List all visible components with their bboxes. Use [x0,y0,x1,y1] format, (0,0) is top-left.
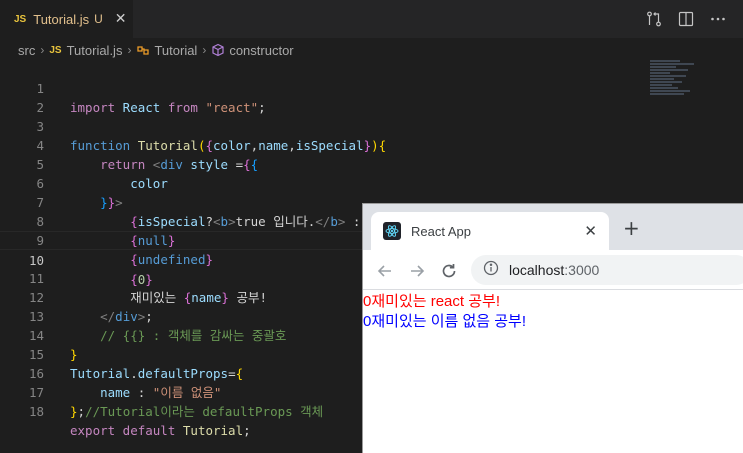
tab-label: Tutorial.js [33,11,90,27]
back-arrow-icon[interactable] [376,262,394,280]
method-cube-icon [211,43,225,57]
code-line[interactable]: 2 [0,79,743,115]
close-icon[interactable]: ✕ [115,11,127,27]
code-line[interactable]: 6 }}> [0,155,743,210]
line-number: 18 [28,404,44,419]
code-line[interactable]: 7 {isSpecial?<b>true 입니다.</b> : null} [0,174,743,229]
browser-tab-react-app[interactable]: React App ✕ [371,212,609,250]
open-changes-icon[interactable] [645,10,663,28]
output-line-blue: 0재미있는 이름 없음 공부! [363,313,527,330]
component-icon [136,43,150,57]
new-tab-icon[interactable]: + [623,216,640,240]
output-line-red: 0재미있는 react 공부! [363,293,500,310]
close-icon[interactable]: ✕ [584,222,597,240]
js-file-icon: JS [49,44,62,56]
forward-arrow-icon[interactable] [408,262,426,280]
js-file-icon: JS [14,13,27,25]
code-line[interactable]: 4 return <div style ={{ [0,117,743,172]
editor-actions [645,10,727,28]
url-port: :3000 [564,262,600,278]
breadcrumb-folder[interactable]: src [18,43,35,58]
react-logo-icon [383,222,401,240]
page-content: 0재미있는 react 공부! 0재미있는 이름 없음 공부! [363,292,743,332]
breadcrumb-component[interactable]: Tutorial [154,43,197,58]
code-line[interactable]: 5 color [0,136,743,191]
code-line[interactable]: 1 import React from "react"; [0,60,743,115]
code-text: export default Tutorial; [70,423,251,438]
breadcrumb-method[interactable]: constructor [229,43,293,58]
code-text: };//Tutorial이라는 defaultProps 객체 [70,404,324,419]
chevron-right-icon: › [40,43,45,57]
breadcrumb: src › JS Tutorial.js › Tutorial › constr… [18,40,294,60]
chevron-right-icon: › [202,43,207,57]
split-editor-icon[interactable] [677,10,695,28]
browser-window: React App ✕ + localhost:3000 0재미있는 reac… [362,203,743,453]
tab-tutorial-js[interactable]: JS Tutorial.js U ✕ [0,0,133,38]
breadcrumb-file[interactable]: Tutorial.js [67,43,123,58]
browser-toolbar: localhost:3000 [363,250,743,290]
url-host: localhost [509,262,565,278]
browser-tab-title: React App [411,223,471,239]
reload-icon[interactable] [440,262,458,280]
more-actions-icon[interactable] [709,10,727,28]
code-line[interactable]: 3 function Tutorial({color,name,isSpecia… [0,98,743,153]
chevron-right-icon: › [127,43,132,57]
tab-git-status: U [94,12,103,26]
editor-tab-bar: JS Tutorial.js U ✕ [0,0,743,38]
browser-tab-strip: React App ✕ + [363,204,743,250]
address-bar[interactable]: localhost:3000 [471,255,743,285]
info-icon[interactable] [483,260,499,280]
